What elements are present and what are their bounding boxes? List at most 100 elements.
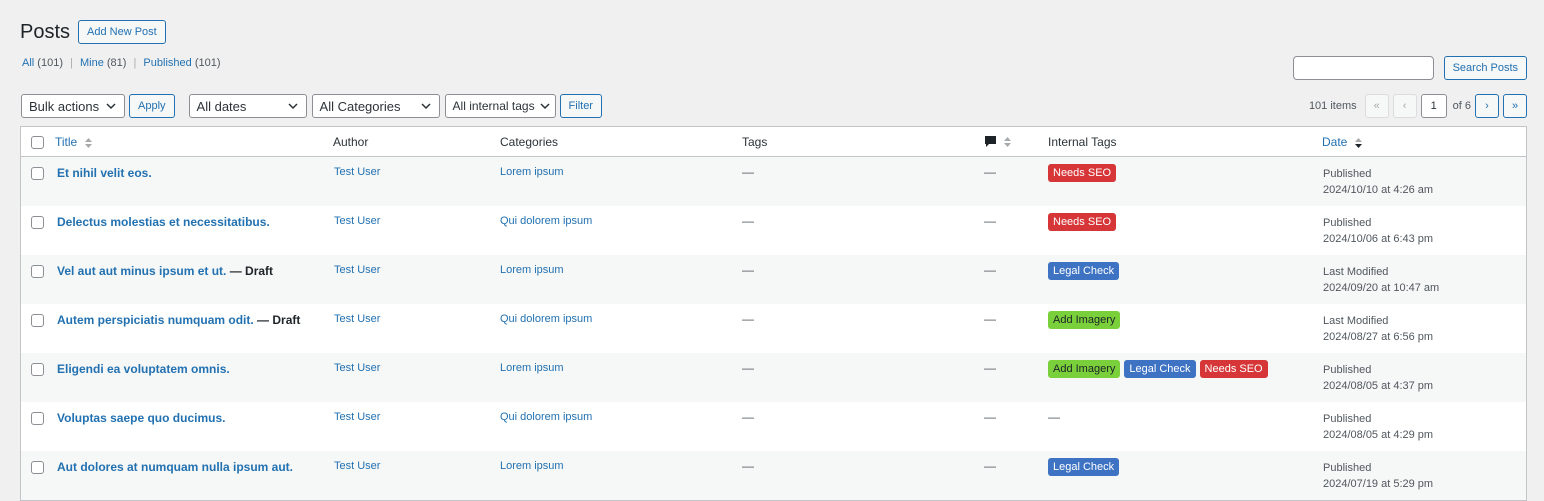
internal-tag-badge[interactable]: Needs SEO xyxy=(1048,213,1117,231)
table-row: Vel aut aut minus ipsum et ut. — Draft Te… xyxy=(21,255,1526,304)
row-checkbox[interactable] xyxy=(31,167,44,180)
post-category-link[interactable]: Lorem ipsum xyxy=(500,264,564,276)
first-page-button[interactable]: « xyxy=(1364,94,1389,118)
post-title-link[interactable]: Et nihil velit eos. xyxy=(57,166,152,180)
bulk-actions-select[interactable]: Bulk actions xyxy=(21,94,125,118)
next-page-button[interactable]: › xyxy=(1475,94,1499,118)
post-author-link[interactable]: Test User xyxy=(334,460,380,472)
comment-bubble-icon xyxy=(985,136,996,148)
internal-tag-badge[interactable]: Needs SEO xyxy=(1048,164,1117,182)
post-date: Published 2024/07/19 at 5:29 pm xyxy=(1323,460,1433,492)
row-checkbox[interactable] xyxy=(31,314,44,327)
add-new-post-button[interactable]: Add New Post xyxy=(78,20,166,44)
post-title-link[interactable]: Aut dolores at numquam nulla ipsum aut. xyxy=(57,460,293,474)
post-title-link[interactable]: Vel aut aut minus ipsum et ut. xyxy=(57,264,226,278)
row-checkbox[interactable] xyxy=(31,461,44,474)
view-published-link[interactable]: Published xyxy=(143,57,191,69)
search-posts-button[interactable]: Search Posts xyxy=(1443,56,1527,80)
internal-tag-badge[interactable]: Needs SEO xyxy=(1199,360,1268,378)
row-checkbox[interactable] xyxy=(31,363,44,376)
column-comments-header[interactable] xyxy=(984,134,1012,148)
post-date-status: Published xyxy=(1323,462,1372,474)
post-author-link[interactable]: Test User xyxy=(334,215,380,227)
dates-filter-select[interactable]: All dates xyxy=(188,94,307,118)
table-row: Eligendi ea voluptatem omnis. Test User Lo… xyxy=(21,353,1526,402)
post-title-link[interactable]: Autem perspiciatis numquam odit. xyxy=(57,313,254,327)
internal-tags-filter-select[interactable]: All internal tags xyxy=(444,94,556,118)
table-nav-top: Bulk actions Apply All dates All Categor… xyxy=(21,94,1527,118)
post-author-link[interactable]: Test User xyxy=(334,166,380,178)
column-date-label: Date xyxy=(1322,135,1348,149)
post-state: — Draft xyxy=(226,264,274,278)
post-title-cell: Autem perspiciatis numquam odit. — Draft xyxy=(57,313,300,327)
sort-arrows-icon xyxy=(84,137,92,148)
prev-page-button[interactable]: ‹ xyxy=(1392,94,1417,118)
post-date-value: 2024/09/20 at 10:47 am xyxy=(1323,282,1440,294)
post-title-link[interactable]: Eligendi ea voluptatem omnis. xyxy=(57,362,230,376)
chevron-down-icon xyxy=(421,103,431,110)
post-category-link[interactable]: Lorem ipsum xyxy=(500,166,564,178)
post-comments: — xyxy=(984,459,996,473)
post-date: Published 2024/10/06 at 6:43 pm xyxy=(1323,215,1433,247)
column-title-header[interactable]: Title xyxy=(55,135,93,149)
post-internal-tags: Legal Check xyxy=(1048,458,1120,476)
post-title-link[interactable]: Delectus molestias et necessitatibus. xyxy=(57,215,270,229)
post-title-link[interactable]: Voluptas saepe quo ducimus. xyxy=(57,411,225,425)
view-all-count: (101) xyxy=(37,57,63,69)
internal-tag-badge[interactable]: Add Imagery xyxy=(1048,360,1121,378)
post-title-cell: Delectus molestias et necessitatibus. xyxy=(57,215,270,229)
post-comments: — xyxy=(984,214,996,228)
row-checkbox[interactable] xyxy=(31,412,44,425)
post-author-link[interactable]: Test User xyxy=(334,362,380,374)
post-date-value: 2024/10/06 at 6:43 pm xyxy=(1323,233,1434,245)
post-comments: — xyxy=(984,165,996,179)
internal-tag-badge[interactable]: Legal Check xyxy=(1048,262,1120,280)
post-state: — Draft xyxy=(253,313,301,327)
table-header-row: Title Author Categories Tags Internal Ta… xyxy=(21,127,1526,157)
internal-tags-filter-value: All internal tags xyxy=(452,99,535,113)
chevron-down-icon xyxy=(106,103,116,110)
post-tags: — xyxy=(742,165,754,179)
post-date: Published 2024/08/05 at 4:29 pm xyxy=(1323,411,1433,443)
column-categories-header: Categories xyxy=(500,135,559,149)
search-input[interactable] xyxy=(1292,56,1434,80)
filter-button[interactable]: Filter xyxy=(559,94,602,118)
row-checkbox[interactable] xyxy=(31,216,44,229)
post-comments: — xyxy=(984,361,996,375)
sort-arrows-icon xyxy=(1004,136,1012,147)
post-author-link[interactable]: Test User xyxy=(334,313,380,325)
apply-button[interactable]: Apply xyxy=(129,94,175,118)
post-author-link[interactable]: Test User xyxy=(334,411,380,423)
post-comments: — xyxy=(984,263,996,277)
post-category-link[interactable]: Lorem ipsum xyxy=(500,460,564,472)
post-category-link[interactable]: Qui dolorem ipsum xyxy=(500,313,592,325)
post-tags: — xyxy=(742,459,754,473)
view-all-link[interactable]: All xyxy=(22,57,34,69)
current-page-input[interactable]: 1 xyxy=(1420,94,1447,118)
column-internal-tags-header: Internal Tags xyxy=(1048,135,1117,149)
table-row: Aut dolores at numquam nulla ipsum aut. T… xyxy=(21,451,1526,500)
post-author-link[interactable]: Test User xyxy=(334,264,380,276)
internal-tag-badge[interactable]: Legal Check xyxy=(1124,360,1196,378)
page-header: Posts Add New Post xyxy=(20,20,166,44)
internal-tag-badge[interactable]: Legal Check xyxy=(1048,458,1120,476)
categories-filter-select[interactable]: All Categories xyxy=(311,94,440,118)
posts-table: Title Author Categories Tags Internal Ta… xyxy=(20,126,1527,501)
post-date-status: Last Modified xyxy=(1323,315,1389,327)
post-category-link[interactable]: Qui dolorem ipsum xyxy=(500,215,592,227)
post-date-status: Published xyxy=(1323,217,1372,229)
chevron-down-icon xyxy=(288,103,298,110)
select-all-checkbox[interactable] xyxy=(31,136,44,149)
post-date-status: Last Modified xyxy=(1323,266,1389,278)
view-mine-link[interactable]: Mine xyxy=(80,57,104,69)
internal-tag-badge[interactable]: Add Imagery xyxy=(1048,311,1121,329)
column-date-header[interactable]: Date xyxy=(1322,135,1363,149)
table-row: Autem perspiciatis numquam odit. — Draft… xyxy=(21,304,1526,353)
last-page-button[interactable]: » xyxy=(1503,94,1527,118)
view-mine-count: (81) xyxy=(106,57,127,69)
column-title-label: Title xyxy=(55,135,78,149)
post-date: Published 2024/08/05 at 4:37 pm xyxy=(1323,362,1433,394)
post-category-link[interactable]: Qui dolorem ipsum xyxy=(500,411,592,423)
post-category-link[interactable]: Lorem ipsum xyxy=(500,362,564,374)
row-checkbox[interactable] xyxy=(31,265,44,278)
